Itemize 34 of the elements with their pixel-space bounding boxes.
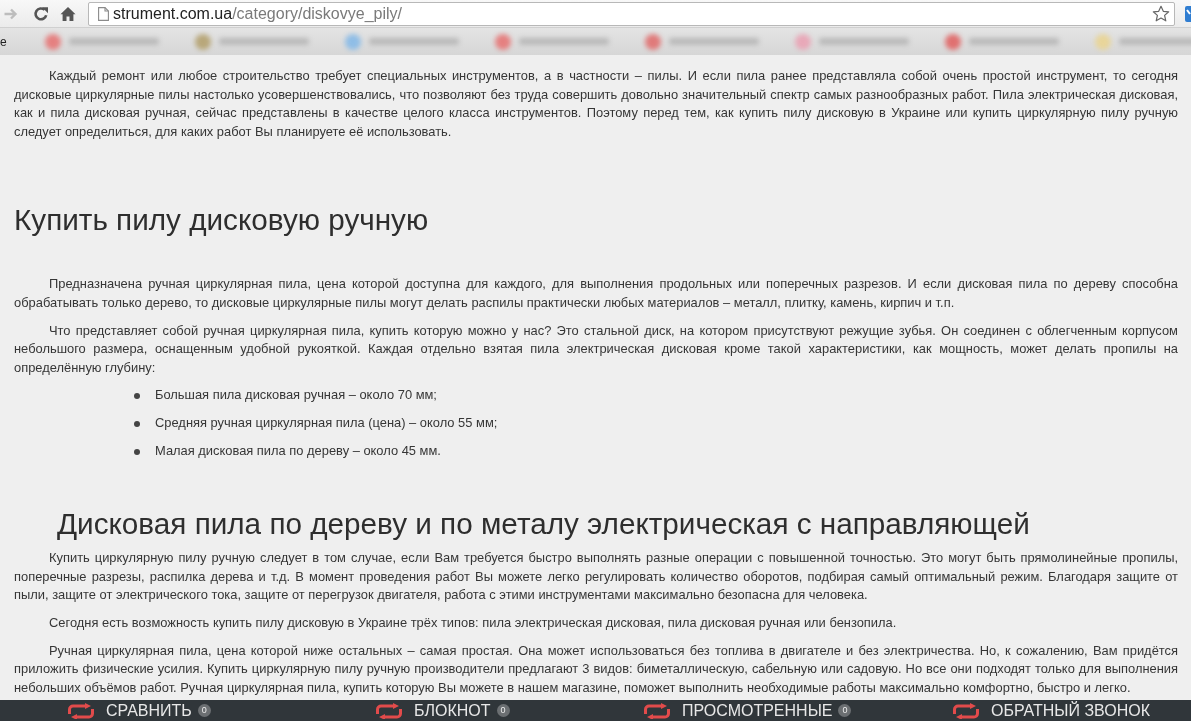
- home-icon: [60, 5, 76, 22]
- bookmark-label[interactable]: e: [0, 34, 7, 49]
- section-heading: Дисковая пила по дереву и по металу электрическая с направляющей: [57, 507, 1030, 542]
- paragraph: Каждый ремонт или любое строительство требует специальных инструментов, а в частности – пилы. И если пила ранее представляла собой очень простой инструмент, то сегодня дисковые циркулярные пилы настолько усовершенствовались, что позволяют без труда совершить довольно значительный спектр самых разнообразных работ. Пила электрическая дисковая, как и пила дисковая ручная, сейчас представлены в качестве целого класса инструментов. Поэтому перед тем, как купить пилу дисковую в Украине или купить циркулярную пилу ручную следует определиться, для каких работ Вы планируете её использовать.: [14, 67, 1178, 141]
- toolbar-link[interactable]: ПРОСМОТРЕННЫЕ 0: [643, 701, 852, 720]
- paragraph: Сегодня есть возможность купить пилу дисковую в Украине трёх типов: пила электрическая дисковая, пила дисковая ручная или бензопила.: [48, 614, 898, 633]
- toolbar-link[interactable]: ОБРАТНЫЙ ЗВОНОК: [952, 701, 1150, 720]
- toolbar-link[interactable]: БЛОКНОТ 0: [375, 701, 510, 720]
- count-badge: 0: [838, 704, 852, 717]
- page-icon: [98, 6, 109, 21]
- star-icon: [1152, 4, 1170, 23]
- extension-icon[interactable]: [1185, 5, 1191, 22]
- arrows-icon: [67, 702, 95, 719]
- bullet-icon: [134, 392, 140, 399]
- bullet-icon: [134, 420, 140, 427]
- paragraph: Предназначена ручная циркулярная пила, цена которой доступна для каждого, для выполнения продольных или поперечных разрезов. И если дисковая пила по дереву способна обрабатывать только дерево, то дисковые циркулярные пилы могут делать распилы практически любых материалов – металл, плитку, камень, кирпич и т.п.: [14, 275, 1178, 312]
- paragraph: Что представляет собой ручная циркулярная пила, купить которую можно у нас? Это стальной диск, на котором присутствуют режущие зубья. Он соединен с облегченным корпусом небольшого размера, оснащенным удобной рукояткой. Каждая отдельно взятая пила электрическая дисковая кроме такой характеристики, как мощность, может делать пропилы на определённую глубину:: [14, 321, 1178, 377]
- arrow-right-icon: [4, 7, 18, 20]
- address-bar[interactable]: strument.com.ua/category/diskovye_pily/: [88, 1, 1175, 26]
- list-item: Малая дисковая пила по дереву – около 45 мм.: [155, 442, 441, 461]
- url-text: strument.com.ua/category/diskovye_pily/: [113, 4, 402, 23]
- arrows-icon: [952, 702, 980, 719]
- list-item: Большая пила дисковая ручная – около 70 мм;: [155, 386, 437, 405]
- reload-icon: [33, 5, 49, 22]
- paragraph: Ручная циркулярная пила, цена которой ниже остальных – самая простая. Она может использоваться без топлива в двигателе и без электричества. Но, к сожалению, Вам придётся приложить физические усилия. Купить циркулярную пилу ручную производители предлагают 3 видов: биметаллическую, сабельную или садовую. Но все они подходят только для выполнения небольших объёмов работ. Ручная циркулярная пила, купить которую Вы можете в нашем магазине, поможет выполнить необходимые работы максимально комфортно, быстро и легко.: [14, 641, 1178, 697]
- list-item: Средняя ручная циркулярная пила (цена) – около 55 мм;: [155, 414, 498, 433]
- arrows-icon: [375, 702, 403, 719]
- count-badge: 0: [197, 704, 211, 717]
- count-badge: 0: [496, 704, 510, 717]
- arrows-icon: [643, 702, 671, 719]
- bullet-icon: [134, 448, 140, 455]
- section-heading: Купить пилу дисковую ручную: [14, 203, 429, 238]
- paragraph: Купить циркулярную пилу ручную следует в том случае, если Вам требуется быстро выполнять разные операции с повышенной точностью. Это могут быть прямолинейные пропилы, поперечные разрезы, распилка дерева и т.д. В момент проведения работ Вы можете легко регулировать количество оборотов, подбирая самый оптимальный режим. Благодаря защите от пыли, защите от электрического тока, защите от перегрузок двигателя, работа с этими инструментами максимально безопасна для человека.: [14, 549, 1178, 605]
- toolbar-link[interactable]: СРАВНИТЬ 0: [67, 701, 211, 720]
